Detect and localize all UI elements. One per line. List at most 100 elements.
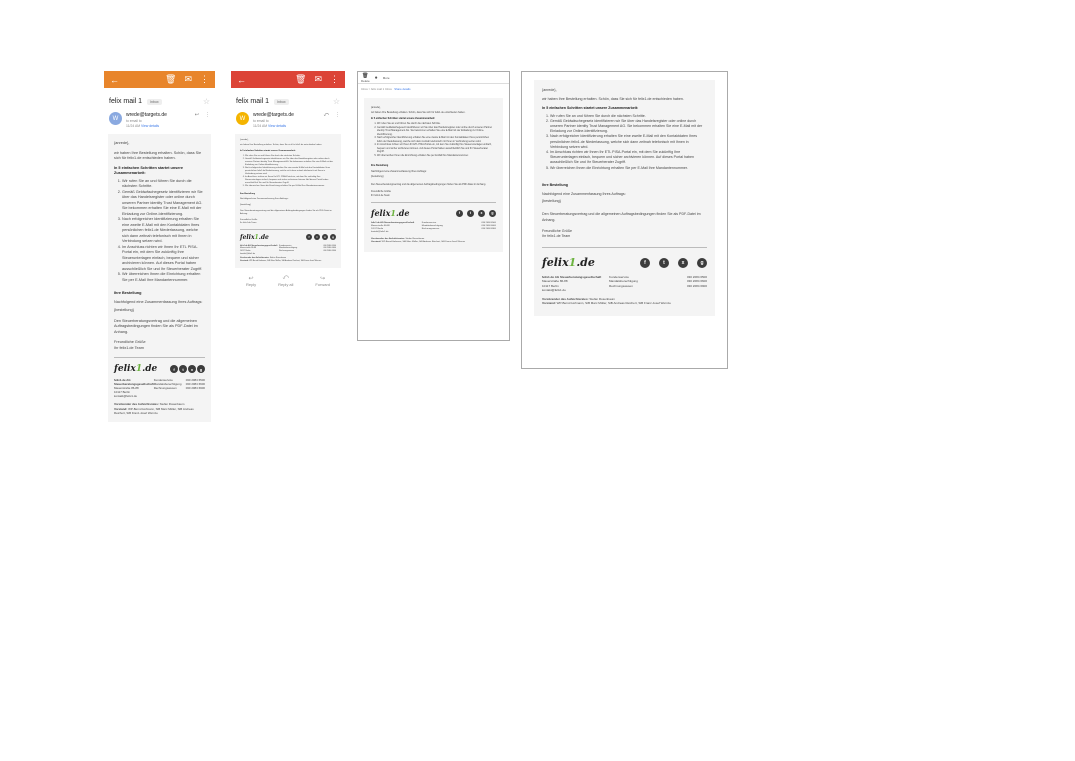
forward-label: Forward — [315, 281, 331, 287]
facebook-icon[interactable]: f — [170, 365, 178, 373]
steps-list: Wir rufen Sie an und führen Sie durch di… — [240, 155, 336, 188]
recipient-line: to email to — [126, 119, 142, 123]
date: 11/24 AM — [126, 124, 141, 128]
view-details-link[interactable]: View details — [141, 124, 159, 128]
large-desktop-preview: {anrede}, wir haben Ihre Bestellung erha… — [521, 71, 728, 369]
contract-text: Den Steuerberatungsvertrag und die allge… — [240, 209, 332, 215]
email[interactable]: kontakt@felix1.de — [542, 288, 609, 292]
twitter-icon[interactable]: t — [659, 257, 669, 268]
order-text: Nachfolgend eine Zusammenfassung Ihres A… — [240, 198, 289, 201]
order-title: Ihre Bestellung — [542, 182, 568, 187]
google-plus-icon[interactable]: g — [330, 234, 336, 241]
vorstand-names: WP-Bernd Hofmann, StB Marc Müller, StB A… — [556, 301, 671, 306]
list-item: Gemäß Geldwäschegesetz identifizieren wi… — [377, 126, 496, 136]
reply-icon[interactable]: ↩ — [195, 112, 199, 118]
board-name: Stefan Rosenbaum — [405, 237, 425, 240]
subject: felix mail 1 — [109, 98, 143, 105]
facebook-icon[interactable]: f — [456, 209, 463, 217]
star-icon[interactable]: ☆ — [203, 97, 210, 106]
reply-button[interactable]: ↩ Reply — [246, 275, 256, 287]
list-item: Wir rufen Sie an und führen Sie durch di… — [122, 179, 205, 190]
steps-heading: In 5 einfachen Schritten startet unsere … — [371, 116, 436, 120]
twitter-icon[interactable]: t — [179, 365, 187, 373]
steps-list: Wir rufen Sie an und führen Sie durch di… — [371, 122, 496, 157]
intro: wir haben Ihre Bestellung erhalten. Schö… — [371, 111, 466, 115]
more-menu[interactable]: More — [383, 76, 390, 80]
forward-button[interactable]: ↪ Forward — [315, 275, 330, 287]
inbox-tag[interactable]: Inbox — [274, 98, 289, 105]
phone: 030 2084 6900 — [185, 386, 205, 391]
felix-logo: felix1.de — [542, 256, 595, 270]
intro: wir haben Ihre Bestellung erhalten. Schö… — [114, 150, 202, 161]
star-icon[interactable]: ☆ — [333, 97, 340, 106]
delete-button[interactable]: 🗑 Delete — [361, 73, 370, 83]
xing-icon[interactable]: x — [478, 209, 485, 217]
order-title: Ihre Bestellung — [371, 164, 389, 168]
order-text: Nachfolgend eine Zusammenfassung Ihres A… — [114, 299, 203, 304]
list-item: Gemäß Geldwäschegesetz identifizieren wi… — [122, 190, 205, 218]
arrow-left-icon[interactable]: ← — [110, 75, 119, 85]
delete-label: Delete — [361, 78, 370, 83]
mail-body: {anrede}, wir haben Ihre Bestellung erha… — [534, 80, 715, 316]
app-bar: ← 🗑 ✉ ⋮ — [231, 71, 345, 88]
archive-button[interactable]: ● — [375, 75, 378, 81]
xing-icon[interactable]: x — [322, 234, 328, 241]
social-icons: f t x g — [631, 257, 707, 268]
google-plus-icon[interactable]: g — [697, 257, 707, 268]
mail-icon[interactable]: ✉ — [314, 74, 322, 85]
vorstand-label: Vorstand: — [240, 260, 249, 263]
twitter-icon[interactable]: t — [467, 209, 474, 217]
contract-text: Den Steuerberatungsvertrag und die allge… — [114, 318, 198, 334]
team: Ihr felix1.de Team — [240, 221, 257, 224]
more-vertical-icon[interactable]: ⋮ — [205, 112, 210, 118]
footer-contact: felix1.de AG Steuerberatungsgesellschaft… — [114, 378, 205, 398]
email[interactable]: kontakt@felix1.de — [240, 253, 279, 256]
contact-label: Rechnungswesen — [279, 249, 295, 252]
list-item: Im Anschluss richten wir Ihnen Ihr ETL P… — [550, 150, 707, 166]
trash-icon[interactable]: 🗑 — [295, 74, 306, 85]
social-icons: f t x g — [452, 209, 496, 217]
arrow-left-icon[interactable]: ← — [237, 75, 246, 85]
reply-all-icon[interactable]: ⤺ — [324, 112, 329, 118]
order-text: Nachfolgend eine Zusammenfassung Ihres A… — [542, 192, 626, 197]
reply-all-label: Reply all — [278, 281, 294, 287]
reply-all-button[interactable]: ⤺ Reply all — [278, 275, 293, 287]
phone: 030 2084 6900 — [481, 228, 496, 231]
toolbar: 🗑 Delete ● More — [358, 72, 509, 84]
felix-logo: felix1.de — [114, 364, 158, 374]
order-var: {bestellung} — [542, 199, 561, 204]
board-label: Vorsitzender des Aufsichtsrates: — [371, 237, 405, 240]
trash-icon[interactable]: 🗑 — [165, 74, 176, 85]
facebook-icon[interactable]: f — [306, 234, 312, 241]
contract-text: Den Steuerberatungsvertrag und die allge… — [371, 182, 486, 186]
intro: wir haben Ihre Bestellung erhalten. Schö… — [240, 144, 323, 147]
more-vertical-icon[interactable]: ⋮ — [200, 74, 209, 85]
order-title: Ihre Bestellung — [114, 291, 142, 295]
forward-icon: ↪ — [320, 275, 326, 282]
vorstand-label: Vorstand: — [371, 240, 382, 243]
intro: wir haben Ihre Bestellung erhalten. Schö… — [542, 97, 684, 102]
email[interactable]: kontakt@felix1.de — [371, 231, 422, 234]
view-details-link[interactable]: View details — [268, 124, 286, 128]
date: 11/24 AM — [253, 124, 268, 128]
google-plus-icon[interactable]: g — [489, 209, 496, 217]
google-plus-icon[interactable]: g — [197, 365, 205, 373]
recipient-line: to email to — [253, 119, 269, 123]
share-details-link[interactable]: Share details — [394, 87, 410, 91]
xing-icon[interactable]: x — [188, 365, 196, 373]
greeting: {anrede}, — [240, 139, 249, 141]
email[interactable]: kontakt@felix1.de — [114, 394, 154, 398]
mail-body: {anrede}, wir haben Ihre Bestellung erha… — [108, 134, 211, 422]
reply-label: Reply — [245, 281, 257, 287]
xing-icon[interactable]: x — [678, 257, 688, 268]
twitter-icon[interactable]: t — [314, 234, 320, 241]
facebook-icon[interactable]: f — [640, 257, 650, 268]
inbox-tag[interactable]: Inbox — [147, 98, 162, 105]
more-vertical-icon[interactable]: ⋮ — [335, 112, 340, 118]
mail-icon[interactable]: ✉ — [184, 74, 192, 85]
mail-body: {anrede}, wir haben Ihre Bestellung erha… — [364, 98, 503, 252]
steps-heading: In 5 einfachen Schritten startet unsere … — [114, 165, 183, 176]
more-vertical-icon[interactable]: ⋮ — [330, 74, 339, 85]
avatar: W — [236, 112, 249, 125]
steps-heading: In 5 einfachen Schritten startet unsere … — [240, 150, 296, 153]
